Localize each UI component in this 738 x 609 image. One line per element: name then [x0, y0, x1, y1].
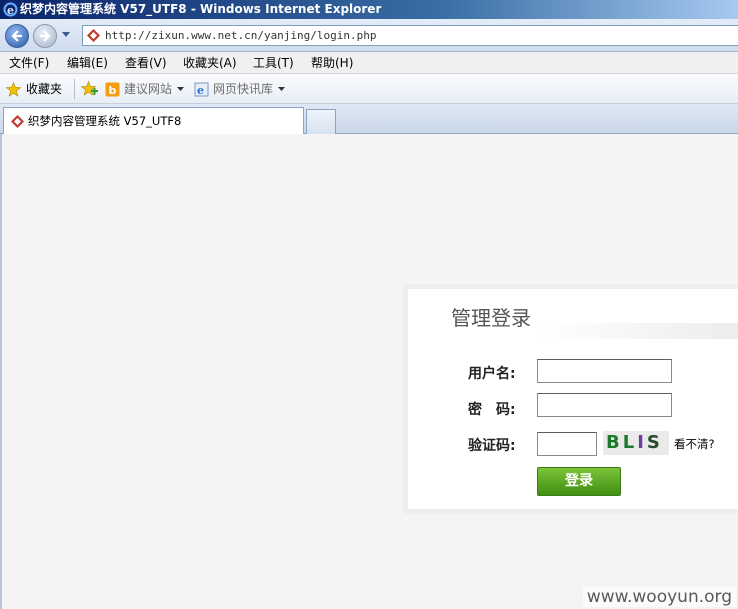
menu-file[interactable]: 文件(F)	[9, 52, 49, 74]
menu-bar: 文件(F) 编辑(E) 查看(V) 收藏夹(A) 工具(T) 帮助(H)	[0, 52, 738, 74]
tab-label: 织梦内容管理系统 V57_UTF8	[28, 114, 182, 128]
forward-button[interactable]	[33, 24, 57, 48]
captcha-char-group-2: I	[637, 432, 647, 453]
ie-logo-icon: e	[3, 2, 18, 17]
svg-text:e: e	[7, 4, 14, 17]
arrow-right-icon	[40, 30, 51, 42]
site-favicon-icon	[11, 115, 24, 128]
menu-view[interactable]: 查看(V)	[125, 52, 167, 74]
favorites-button[interactable]: 收藏夹	[26, 74, 62, 104]
browser-window: e 织梦内容管理系统 V57_UTF8 - Windows Internet E…	[0, 0, 738, 609]
svg-text:e: e	[197, 84, 204, 97]
tab-dedecms-login[interactable]: 织梦内容管理系统 V57_UTF8	[3, 107, 304, 134]
star-icon	[6, 82, 21, 97]
chevron-down-icon[interactable]	[278, 87, 285, 92]
title-underline-decoration	[536, 323, 738, 339]
captcha-input[interactable]	[537, 432, 597, 456]
favorites-separator	[74, 79, 75, 99]
web-slice-icon: e	[194, 82, 209, 97]
history-dropdown-icon[interactable]	[61, 31, 71, 39]
username-input[interactable]	[537, 359, 672, 383]
captcha-char-group-1: BL	[606, 432, 638, 453]
new-tab-button[interactable]	[306, 109, 336, 134]
arrow-left-icon	[11, 30, 22, 42]
watermark: www.wooyun.org	[582, 587, 736, 607]
password-label: 密 码:	[468, 402, 516, 418]
captcha-label: 验证码:	[468, 438, 516, 454]
username-label: 用户名:	[468, 366, 516, 382]
navigation-bar: http://zixun.www.net.cn/yanjing/login.ph…	[0, 19, 738, 52]
svg-text:b: b	[109, 84, 117, 97]
address-field[interactable]: http://zixun.www.net.cn/yanjing/login.ph…	[82, 25, 738, 46]
add-favorite-icon[interactable]	[81, 81, 98, 97]
password-input[interactable]	[537, 393, 672, 417]
web-slice-gallery-link[interactable]: 网页快讯库	[213, 74, 273, 104]
back-button[interactable]	[5, 24, 29, 48]
window-title: 织梦内容管理系统 V57_UTF8 - Windows Internet Exp…	[20, 2, 382, 16]
tab-bar: 织梦内容管理系统 V57_UTF8	[0, 104, 738, 134]
chevron-down-icon[interactable]	[177, 87, 184, 92]
captcha-image[interactable]: BLIS	[603, 431, 669, 455]
suggested-sites-link[interactable]: 建议网站	[124, 74, 172, 104]
menu-help[interactable]: 帮助(H)	[311, 52, 353, 74]
login-button[interactable]: 登录	[537, 467, 621, 496]
menu-edit[interactable]: 编辑(E)	[67, 52, 108, 74]
login-panel: 管理登录 用户名: 密 码: 验证码: BLIS 看不清? 登录	[403, 284, 738, 514]
suggested-sites-icon: b	[105, 82, 120, 97]
address-url: http://zixun.www.net.cn/yanjing/login.ph…	[105, 29, 377, 42]
login-title: 管理登录	[451, 306, 531, 330]
title-bar: e 织梦内容管理系统 V57_UTF8 - Windows Internet E…	[0, 0, 738, 19]
captcha-refresh-link[interactable]: 看不清?	[674, 436, 715, 452]
menu-tools[interactable]: 工具(T)	[253, 52, 294, 74]
site-favicon-icon	[87, 29, 100, 42]
captcha-char-group-3: S	[646, 432, 663, 453]
menu-favorites[interactable]: 收藏夹(A)	[183, 52, 237, 74]
favorites-bar: 收藏夹 b 建议网站 e 网页快讯库	[0, 74, 738, 104]
